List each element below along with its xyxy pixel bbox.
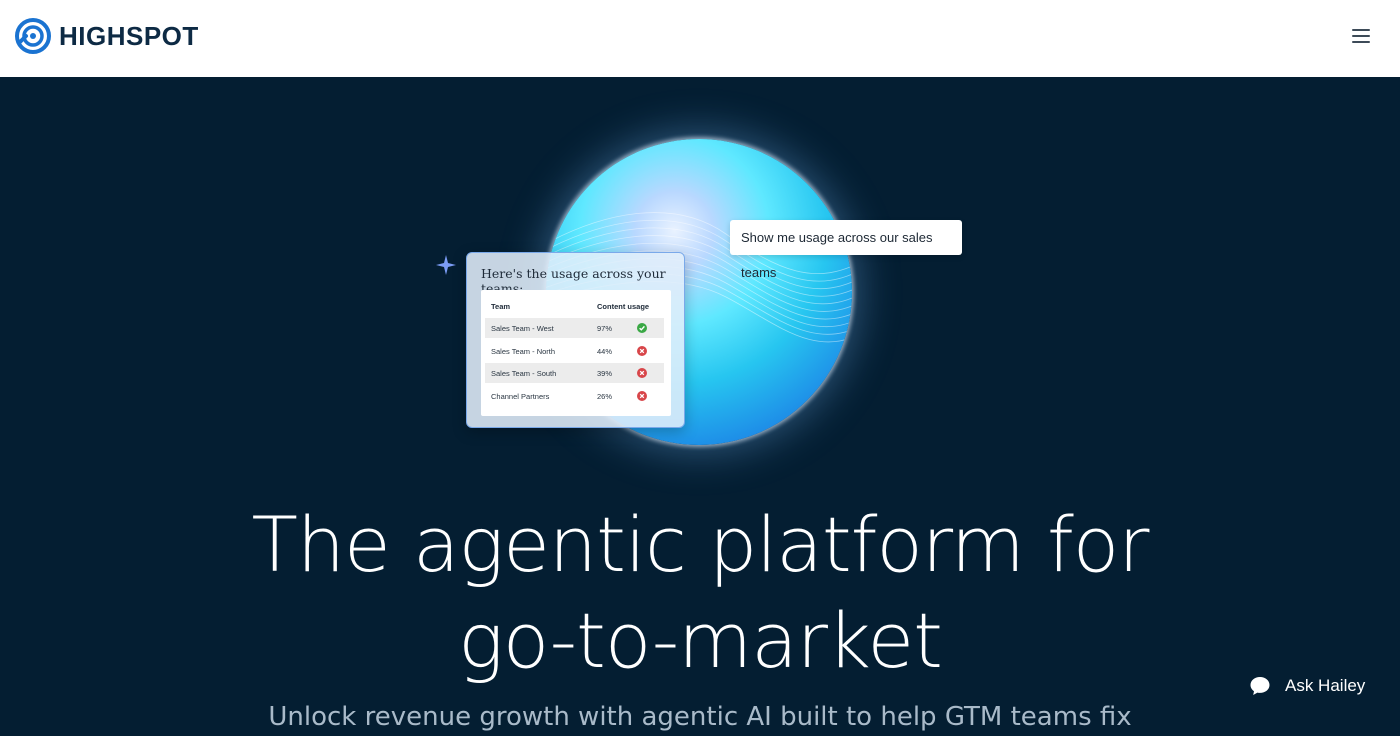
table-row: Sales Team - South 39% bbox=[485, 363, 664, 383]
hamburger-menu-icon[interactable] bbox=[1352, 27, 1374, 45]
table-row: Sales Team - North 44% bbox=[485, 341, 664, 361]
team-cell: Channel Partners bbox=[491, 392, 550, 401]
hero-subheadline: Unlock revenue growth with agentic AI bu… bbox=[268, 702, 1132, 732]
usage-response-card: Here's the usage across your teams: Team… bbox=[466, 252, 685, 428]
usage-table: Team Content usage Sales Team - West 97%… bbox=[481, 290, 671, 416]
ai-prompt-bubble: Show me usage across our sales teams bbox=[730, 220, 962, 280]
usage-cell: 97% bbox=[597, 324, 613, 333]
team-cell: Sales Team - South bbox=[491, 369, 557, 378]
ask-hailey-label: Ask Hailey bbox=[1285, 676, 1366, 695]
check-circle-icon bbox=[637, 323, 647, 333]
highspot-logo[interactable]: HIGHSPOT bbox=[15, 18, 199, 54]
sparkle-icon bbox=[436, 255, 456, 275]
hero-headline: The agentic platform for go-to-market bbox=[0, 497, 1400, 689]
usage-cell: 26% bbox=[597, 392, 613, 401]
column-header-content-usage: Content usage bbox=[597, 302, 650, 311]
usage-cell: 39% bbox=[597, 369, 613, 378]
x-circle-icon bbox=[637, 368, 647, 378]
headline-line-2: go-to-market bbox=[458, 596, 943, 685]
highspot-logo-icon bbox=[15, 18, 51, 54]
team-cell: Sales Team - West bbox=[491, 324, 554, 333]
top-navbar: HIGHSPOT bbox=[0, 0, 1400, 77]
table-row: Sales Team - West 97% bbox=[485, 318, 664, 338]
x-circle-icon bbox=[637, 346, 647, 356]
chat-bubble-icon bbox=[1250, 677, 1270, 695]
ask-hailey-chat-button[interactable]: Ask Hailey bbox=[1242, 670, 1382, 702]
table-row: Channel Partners 26% bbox=[485, 386, 664, 406]
brand-name: HIGHSPOT bbox=[59, 20, 199, 51]
team-cell: Sales Team - North bbox=[491, 347, 556, 356]
headline-line-1: The agentic platform for bbox=[251, 500, 1149, 589]
column-header-team: Team bbox=[491, 302, 511, 311]
hero-section: Show me usage across our sales teams Her… bbox=[0, 77, 1400, 736]
x-circle-icon bbox=[637, 391, 647, 401]
usage-cell: 44% bbox=[597, 347, 613, 356]
